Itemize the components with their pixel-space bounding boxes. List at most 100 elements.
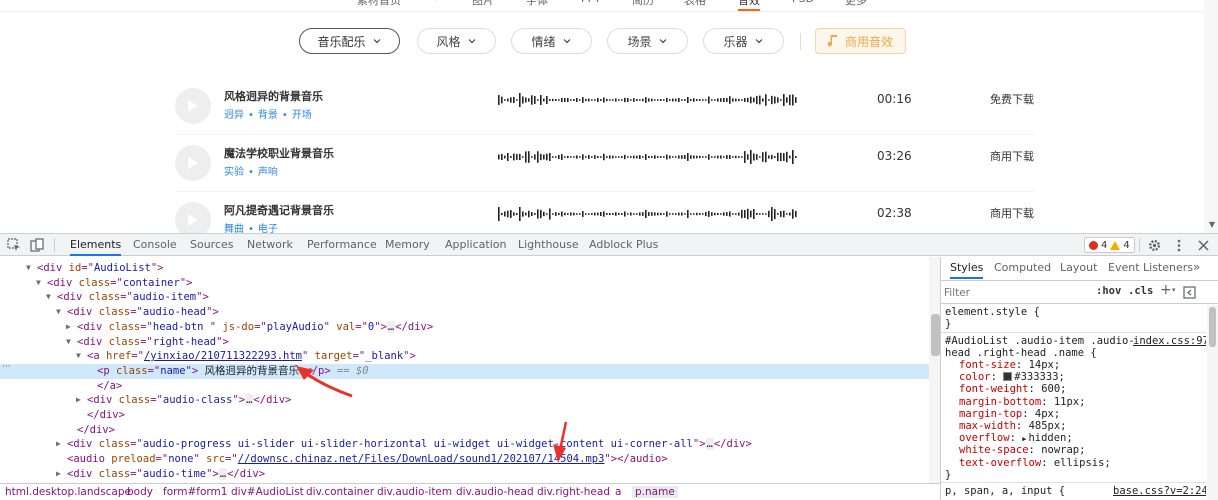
tag-link[interactable]: 声响 — [258, 167, 278, 178]
nav-item[interactable]: 字体 — [526, 0, 548, 8]
style-declaration[interactable]: max-width: 485px; — [959, 420, 1067, 432]
rule-selector[interactable]: #AudioList .audio-item .audio- — [945, 335, 1135, 347]
devtools-tab-application[interactable]: Application — [445, 234, 506, 256]
waveform[interactable] — [498, 93, 798, 107]
waveform[interactable] — [498, 150, 798, 164]
download-link[interactable]: 商用下载 — [990, 148, 1034, 164]
dom-node[interactable]: ▼ <div id="AudioList"> — [0, 261, 940, 276]
filter-instrument[interactable]: 乐器 — [703, 28, 784, 54]
breadcrumb-item[interactable]: a — [615, 486, 621, 498]
close-icon[interactable] — [1195, 237, 1211, 253]
page-scrollbar[interactable] — [1204, 0, 1218, 233]
breadcrumb-item[interactable]: div.container — [306, 486, 374, 498]
waveform[interactable] — [498, 207, 798, 221]
style-declaration[interactable]: font-weight: 600; — [959, 383, 1067, 395]
expand-triangle-icon[interactable]: ▼ — [36, 276, 46, 291]
collapsed-content[interactable]: … — [386, 320, 396, 333]
tag-link[interactable]: 背景 — [258, 110, 278, 121]
expand-triangle-icon[interactable]: ▼ — [26, 261, 36, 276]
collapse-triangle-icon[interactable]: ▶ — [76, 393, 86, 408]
nav-item[interactable]: 素材首页 — [357, 0, 401, 8]
collapse-triangle-icon[interactable]: ▶ — [56, 437, 66, 452]
dom-node[interactable]: ▶ <div class="head-btn " js-do="playAudio… — [0, 320, 940, 335]
color-swatch[interactable] — [1003, 372, 1013, 382]
attr-link[interactable]: /yinxiao/210711322293.htm — [144, 350, 302, 362]
new-rule-menu-icon[interactable]: ▾ — [1172, 286, 1176, 294]
expand-triangle-icon[interactable]: ▶ — [1022, 435, 1026, 443]
collapsed-content[interactable]: … — [705, 438, 714, 451]
filter-music[interactable]: 音乐配乐 — [299, 28, 400, 54]
collapsed-content[interactable]: … — [218, 467, 228, 480]
style-declaration[interactable]: margin-bottom: 11px; — [959, 396, 1085, 408]
dom-node-selected[interactable]: <p class="name"> 风格迥异的背景音乐 </p> == $0 — [0, 363, 940, 379]
rule-selector[interactable]: p, span, a, input { — [945, 485, 1065, 497]
hover-state-toggle[interactable]: :hov — [1096, 285, 1121, 297]
styles-filter-input[interactable] — [944, 285, 1084, 300]
download-link[interactable]: 免费下载 — [990, 91, 1034, 107]
gear-icon[interactable] — [1146, 237, 1162, 253]
filter-mood[interactable]: 情绪 — [511, 28, 592, 54]
elements-scrollbar[interactable] — [929, 257, 940, 483]
computed-sidebar-icon[interactable] — [1183, 286, 1196, 299]
dom-node[interactable]: </div> — [0, 408, 940, 423]
devtools-tab-lighthouse[interactable]: Lighthouse — [518, 234, 579, 256]
dom-node[interactable]: ▼ <div class="right-head"> — [0, 335, 940, 350]
devtools-tab-adblock-plus[interactable]: Adblock Plus — [589, 234, 658, 256]
nav-item[interactable]: PPT — [581, 0, 601, 5]
dom-node[interactable]: </a> — [0, 379, 940, 394]
devtools-tab-console[interactable]: Console — [133, 234, 177, 256]
nav-item[interactable]: 音效 — [738, 0, 760, 11]
dom-node[interactable]: <audio preload="none" src="//downsc.chin… — [0, 452, 940, 467]
breadcrumb-item[interactable]: p.name — [632, 486, 678, 498]
breadcrumb-item[interactable]: div.audio-item — [377, 486, 452, 498]
dom-node[interactable]: ▼ <div class="container"> — [0, 276, 940, 291]
audio-name[interactable]: 风格迥异的背景音乐 — [224, 88, 323, 104]
rule-source-link[interactable]: index.css:97 — [1133, 335, 1206, 347]
dom-node[interactable]: ▼ <a href="/yinxiao/210711322293.htm" tar… — [0, 349, 940, 364]
nav-item[interactable]: 简历 — [632, 0, 654, 8]
nav-item[interactable]: 更多 — [845, 0, 867, 8]
tag-link[interactable]: 电子 — [258, 224, 278, 233]
styles-scroll-thumb[interactable] — [1209, 307, 1216, 347]
expand-triangle-icon[interactable]: ▼ — [76, 349, 86, 364]
nav-item[interactable]: 图片 — [472, 0, 494, 8]
expand-triangle-icon[interactable]: ▼ — [46, 290, 56, 305]
nav-item[interactable]: 表格 — [684, 0, 706, 8]
nav-item[interactable]: PSD — [792, 0, 814, 5]
commercial-sound-button[interactable]: 商用音效 — [815, 28, 906, 54]
dom-node[interactable]: ▶ <div class="audio-time">…</div> — [0, 467, 940, 482]
style-declaration[interactable]: margin-top: 4px; — [959, 408, 1060, 420]
breadcrumb-item[interactable]: div.right-head — [537, 486, 610, 498]
filter-style[interactable]: 风格 — [417, 28, 496, 54]
device-toolbar-icon[interactable] — [29, 237, 45, 253]
devtools-tab-performance[interactable]: Performance — [307, 234, 377, 256]
style-declaration[interactable]: font-size: 14px; — [959, 359, 1060, 371]
audio-name[interactable]: 魔法学校职业背景音乐 — [224, 145, 334, 161]
breadcrumb-item[interactable]: div#AudioList — [231, 486, 304, 498]
tag-link[interactable]: 舞曲 — [224, 224, 244, 233]
more-tabs-icon[interactable]: » — [1193, 260, 1200, 274]
expand-triangle-icon[interactable]: ▼ — [66, 335, 76, 350]
rule-source-link[interactable]: base.css?v=2:24 — [1113, 485, 1206, 497]
inspect-element-icon[interactable] — [6, 237, 22, 253]
style-declaration[interactable]: white-space: nowrap; — [959, 444, 1085, 456]
dom-node[interactable]: ▼ <div class="audio-item"> — [0, 290, 940, 305]
dom-node[interactable]: ▶ <div class="audio-class">…</div> — [0, 393, 940, 408]
styles-tab-event-listeners[interactable]: Event Listeners — [1108, 261, 1193, 274]
dom-node[interactable]: ▼ <div class="audio-head"> — [0, 305, 940, 320]
scroll-down-arrow-icon[interactable]: ▼ — [1209, 220, 1215, 229]
class-toggle[interactable]: .cls — [1128, 285, 1153, 297]
collapse-triangle-icon[interactable]: ▶ — [66, 320, 76, 335]
styles-tab-styles[interactable]: Styles — [950, 261, 984, 279]
collapse-triangle-icon[interactable]: ▶ — [56, 467, 66, 482]
tag-link[interactable]: 实验 — [224, 167, 244, 178]
style-declaration[interactable]: overflow: ▶ hidden; — [959, 432, 1073, 444]
devtools-tab-sources[interactable]: Sources — [190, 234, 234, 256]
dom-node[interactable]: </div> — [0, 423, 940, 438]
issues-badge[interactable]: 4 4 — [1084, 237, 1135, 253]
breadcrumb-item[interactable]: div.audio-head — [456, 486, 534, 498]
play-button[interactable] — [175, 202, 211, 233]
audio-name[interactable]: 阿凡提奇遇记背景音乐 — [224, 202, 334, 218]
tag-link[interactable]: 开场 — [292, 110, 312, 121]
dom-node[interactable]: ▶ <div class="audio-progress ui-slider ui… — [0, 437, 940, 452]
